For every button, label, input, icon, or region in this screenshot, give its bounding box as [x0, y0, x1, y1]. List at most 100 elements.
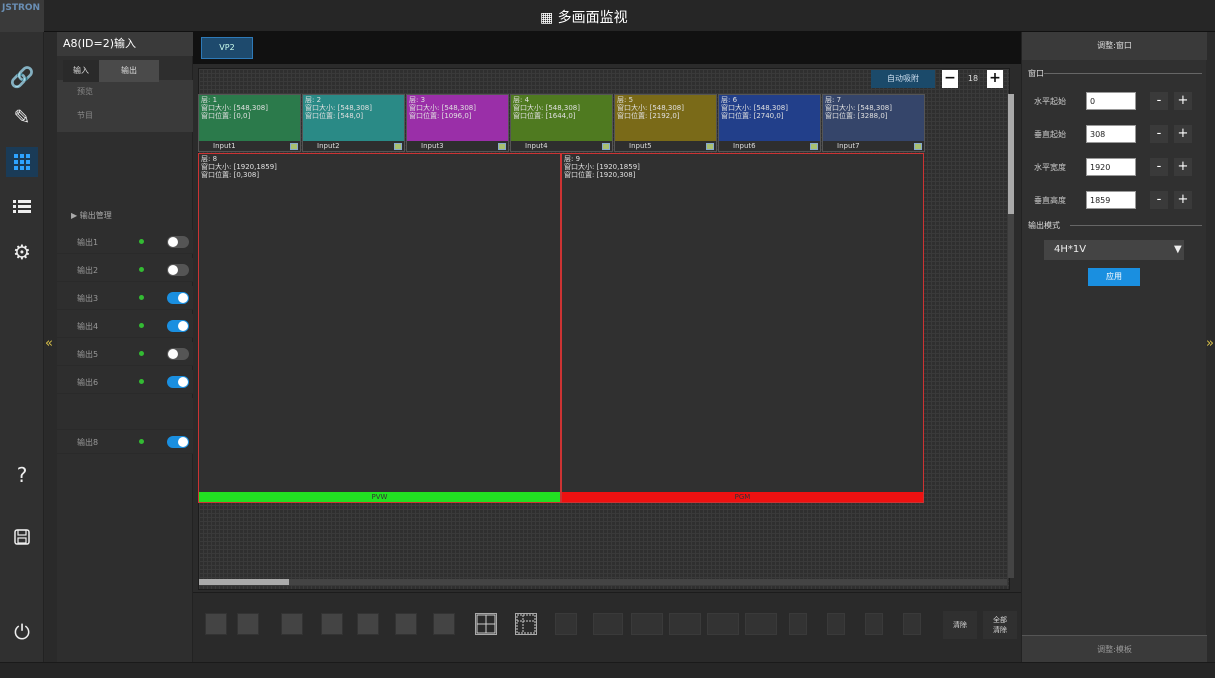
layout-template-5[interactable]	[357, 613, 379, 635]
output-row: 输出8	[57, 430, 193, 454]
input-window[interactable]: 层: 5 窗口大小: [548,308] 窗口位置: [2192,0] Input5	[614, 94, 717, 152]
v-start-plus[interactable]: +	[1174, 125, 1192, 143]
lock-icon[interactable]	[394, 143, 402, 150]
output-toggle[interactable]	[167, 320, 189, 332]
layout-template-7[interactable]	[433, 613, 455, 635]
vp-tab[interactable]: VP2	[201, 37, 253, 59]
pvw-window[interactable]: 层: 8 窗口大小: [1920,1859] 窗口位置: [0,308] PVW	[198, 153, 561, 503]
pvw-bar: PVW	[199, 492, 560, 502]
collapse-left-icon[interactable]: «	[45, 336, 53, 351]
output-row: 输出6	[57, 370, 193, 394]
tab-content: 预览 节目	[57, 80, 193, 132]
output-toggle[interactable]	[167, 236, 189, 248]
collapse-right-icon[interactable]: »	[1206, 336, 1214, 351]
input-window[interactable]: 层: 4 窗口大小: [548,308] 窗口位置: [1644,0] Input4	[510, 94, 613, 152]
layout-template-18[interactable]	[865, 613, 883, 635]
layout-template-13[interactable]	[669, 613, 701, 635]
power-icon[interactable]: ⏻	[6, 617, 38, 647]
horizontal-scroll-thumb[interactable]	[199, 579, 289, 585]
window-info: 层: 3 窗口大小: [548,308] 窗口位置: [1096,0]	[409, 96, 476, 120]
status-strip	[0, 662, 1215, 678]
lock-icon[interactable]	[810, 143, 818, 150]
input-window[interactable]: 层: 2 窗口大小: [548,308] 窗口位置: [548,0] Input2	[302, 94, 405, 152]
lock-icon[interactable]	[290, 143, 298, 150]
window-info-line: 窗口大小: [548,308]	[617, 104, 684, 112]
v-height-minus[interactable]: -	[1150, 191, 1168, 209]
input-window[interactable]: 层: 1 窗口大小: [548,308] 窗口位置: [0,0] Input1	[198, 94, 301, 152]
window-info-line: 窗口位置: [1644,0]	[513, 112, 576, 120]
layout-template-12[interactable]	[631, 613, 663, 635]
apply-button[interactable]: 应用	[1088, 268, 1140, 286]
layout-template-11[interactable]	[593, 613, 623, 635]
h-width-input[interactable]: 1920	[1086, 158, 1136, 176]
tab-input[interactable]: 输入	[63, 60, 99, 82]
horizontal-scrollbar[interactable]	[199, 579, 1007, 585]
pgm-window[interactable]: 层: 9 窗口大小: [1920,1859] 窗口位置: [1920,308] PG…	[561, 153, 924, 503]
layout-template-14[interactable]	[707, 613, 739, 635]
grid-icon[interactable]	[6, 147, 38, 177]
link-icon[interactable]: 🔗	[6, 62, 38, 92]
output-toggle[interactable]	[167, 376, 189, 388]
lock-icon[interactable]	[914, 143, 922, 150]
help-icon[interactable]: ?	[6, 460, 38, 490]
chevron-down-icon[interactable]: ▼	[1174, 244, 1182, 255]
top-bar: JSTRON ▦ 多画面监视	[0, 0, 1215, 32]
vertical-scroll-thumb[interactable]	[1008, 94, 1014, 214]
layout-template-2[interactable]	[237, 613, 259, 635]
h-width-minus[interactable]: -	[1150, 158, 1168, 176]
window-info-line: 窗口大小: [548,308]	[305, 104, 372, 112]
v-height-label: 垂直高度	[1034, 196, 1066, 205]
input-window[interactable]: 层: 7 窗口大小: [548,308] 窗口位置: [3288,0] Input7	[822, 94, 925, 152]
lock-icon[interactable]	[706, 143, 714, 150]
app-title: ▦ 多画面监视	[540, 10, 628, 26]
tab-output[interactable]: 输出	[99, 60, 159, 82]
adjust-template-tab[interactable]: 调整:模板	[1022, 635, 1207, 662]
layout-template-17[interactable]	[827, 613, 845, 635]
layout-template-6[interactable]	[395, 613, 417, 635]
output-toggle[interactable]	[167, 348, 189, 360]
v-height-plus[interactable]: +	[1174, 191, 1192, 209]
edit-icon[interactable]: ✎	[6, 102, 38, 132]
auto-snap-button[interactable]: 自动吸附	[871, 70, 935, 88]
lock-icon[interactable]	[602, 143, 610, 150]
status-dot	[139, 439, 144, 444]
layout-template-16[interactable]	[789, 613, 807, 635]
layout-template-3[interactable]	[281, 613, 303, 635]
input-window[interactable]: 层: 6 窗口大小: [548,308] 窗口位置: [2740,0] Input6	[718, 94, 821, 152]
layout-grid-icon[interactable]	[515, 613, 537, 635]
output-row: 输出3	[57, 286, 193, 310]
h-start-minus[interactable]: -	[1150, 92, 1168, 110]
program-label: 节目	[77, 111, 93, 120]
output-mode-select[interactable]: 4H*1V	[1044, 240, 1184, 260]
input-window[interactable]: 层: 3 窗口大小: [548,308] 窗口位置: [1096,0] Input3	[406, 94, 509, 152]
lock-icon[interactable]	[498, 143, 506, 150]
output-toggle[interactable]	[167, 264, 189, 276]
clear-all-button[interactable]: 全部 清除	[983, 611, 1017, 639]
h-start-plus[interactable]: +	[1174, 92, 1192, 110]
layout-template-19[interactable]	[903, 613, 921, 635]
layout-template-1[interactable]	[205, 613, 227, 635]
v-start-minus[interactable]: -	[1150, 125, 1168, 143]
layout-template-15[interactable]	[745, 613, 777, 635]
layout-template-10[interactable]	[555, 613, 577, 635]
output-management[interactable]: ▶ 输出管理	[71, 210, 112, 221]
adjust-window-header[interactable]: 调整:窗口	[1022, 32, 1207, 60]
output-toggle[interactable]	[167, 436, 189, 448]
v-start-input[interactable]: 308	[1086, 125, 1136, 143]
layout-template-4[interactable]	[321, 613, 343, 635]
list-icon[interactable]	[6, 192, 38, 222]
window-info-line: 窗口位置: [3288,0]	[825, 112, 888, 120]
output-toggle[interactable]	[167, 292, 189, 304]
window-info-line: 层: 2	[305, 96, 322, 104]
layout-quad-icon[interactable]	[475, 613, 497, 635]
clear-button[interactable]: 清除	[943, 611, 977, 639]
pgm-bar: PGM	[562, 492, 923, 502]
save-icon[interactable]	[6, 522, 38, 552]
v-height-input[interactable]: 1859	[1086, 191, 1136, 209]
h-width-plus[interactable]: +	[1174, 158, 1192, 176]
zoom-out-button[interactable]: −	[942, 70, 958, 88]
h-start-input[interactable]: 0	[1086, 92, 1136, 110]
pvw-info: 层: 8 窗口大小: [1920,1859] 窗口位置: [0,308]	[201, 155, 277, 179]
gear-icon[interactable]: ⚙	[6, 237, 38, 267]
zoom-in-button[interactable]: +	[987, 70, 1003, 88]
